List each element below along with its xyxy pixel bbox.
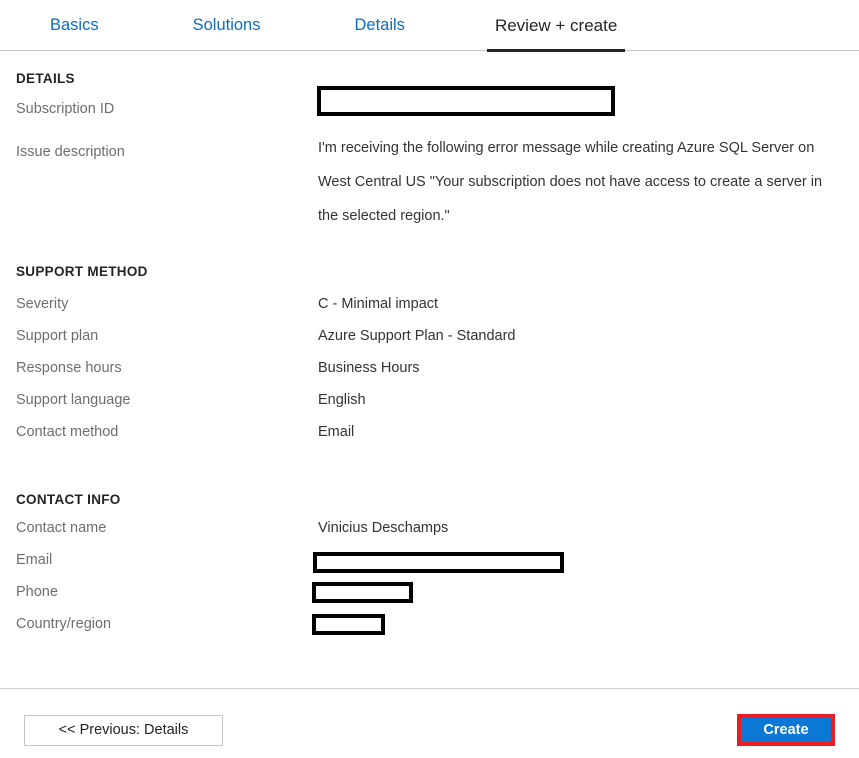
wizard-tab-strip: Basics Solutions Details Review + create — [0, 0, 859, 52]
label-contact-name: Contact name — [16, 520, 107, 536]
value-contact-method: Email — [318, 424, 355, 440]
value-support-plan: Azure Support Plan - Standard — [318, 328, 516, 344]
section-heading-contact-info: CONTACT INFO — [16, 492, 121, 507]
tab-basics[interactable]: Basics — [36, 0, 113, 51]
tab-details-label: Details — [354, 16, 405, 34]
label-response-hours: Response hours — [16, 360, 122, 376]
label-issue-description: Issue description — [16, 144, 125, 160]
label-email: Email — [16, 552, 53, 568]
previous-details-button[interactable]: << Previous: Details — [24, 715, 223, 746]
tab-review-create-label: Review + create — [494, 15, 618, 35]
value-issue-description: I'm receiving the following error messag… — [318, 140, 823, 224]
value-support-language: English — [318, 392, 366, 408]
redaction-email — [313, 552, 564, 573]
tab-solutions[interactable]: Solutions — [179, 0, 275, 51]
tab-basics-label: Basics — [50, 16, 99, 34]
wizard-footer: << Previous: Details — [0, 688, 859, 758]
value-response-hours: Business Hours — [318, 360, 420, 376]
label-severity: Severity — [16, 296, 69, 312]
redaction-country-region — [312, 614, 385, 635]
redaction-subscription-id — [317, 86, 615, 116]
tab-solutions-label: Solutions — [192, 16, 261, 34]
redaction-phone — [312, 582, 413, 603]
value-severity: C - Minimal impact — [318, 296, 439, 312]
value-contact-name: Vinicius Deschamps — [318, 520, 449, 536]
label-subscription-id: Subscription ID — [16, 101, 115, 117]
section-heading-details: DETAILS — [16, 71, 75, 86]
create-button[interactable]: Create — [741, 718, 831, 742]
section-heading-support-method: SUPPORT METHOD — [16, 264, 148, 279]
review-create-panel: DETAILS Subscription ID Issue descriptio… — [0, 51, 859, 688]
label-country-region: Country/region — [16, 616, 112, 632]
create-button-highlight: Create — [737, 714, 835, 746]
label-phone: Phone — [16, 584, 58, 600]
tab-details[interactable]: Details — [341, 0, 419, 51]
label-support-language: Support language — [16, 392, 131, 408]
tab-review-create[interactable]: Review + create — [481, 0, 631, 52]
label-contact-method: Contact method — [16, 424, 119, 440]
label-support-plan: Support plan — [16, 328, 99, 344]
